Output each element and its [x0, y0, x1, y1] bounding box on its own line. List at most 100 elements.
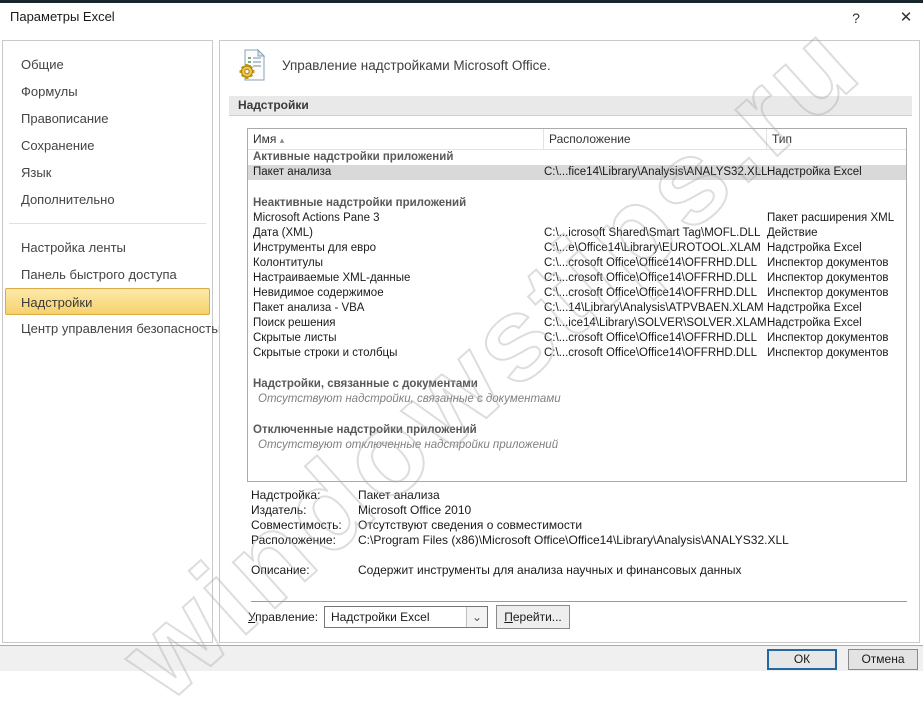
detail-value: Содержит инструменты для анализа научных… — [358, 563, 742, 578]
close-icon[interactable]: ✕ — [891, 3, 921, 33]
addins-gear-document-icon — [236, 48, 270, 82]
sidebar-item[interactable]: Надстройки — [5, 288, 210, 315]
addin-cell-type: Надстройка Excel — [767, 241, 906, 256]
detail-label: Издатель: — [251, 503, 358, 518]
sidebar-item[interactable]: Язык — [3, 159, 212, 186]
spacer-row — [248, 180, 906, 196]
page-title: Управление надстройками Microsoft Office… — [282, 58, 551, 73]
addin-cell-loc: C:\...crosoft Office\Office14\OFFRHD.DLL — [544, 256, 767, 271]
window-top-edge — [0, 0, 923, 3]
manage-dropdown[interactable]: Надстройки Excel ⌄ — [324, 606, 488, 628]
sidebar-item[interactable]: Сохранение — [3, 132, 212, 159]
detail-value: Пакет анализа — [358, 488, 440, 503]
detail-label: Совместимость: — [251, 518, 358, 533]
section-header-addins: Надстройки — [229, 96, 912, 116]
dialog-footer: ОК Отмена — [0, 645, 923, 671]
sidebar-item[interactable]: Панель быстрого доступа — [3, 261, 212, 288]
addin-row[interactable]: Скрытые листыC:\...crosoft Office\Office… — [248, 331, 906, 346]
detail-row: Описание:Содержит инструменты для анализ… — [251, 563, 789, 578]
addin-cell-name: Microsoft Actions Pane 3 — [248, 211, 544, 226]
window-title: Параметры Excel — [10, 9, 115, 24]
sidebar-item[interactable]: Формулы — [3, 78, 212, 105]
column-header-location[interactable]: Расположение — [544, 129, 767, 149]
addin-row[interactable]: Microsoft Actions Pane 3 Пакет расширения… — [248, 211, 906, 226]
sidebar-item[interactable]: Общие — [3, 51, 212, 78]
addin-row[interactable]: Дата (XML)C:\...icrosoft Shared\Smart Ta… — [248, 226, 906, 241]
addin-cell-loc: C:\...ice14\Library\SOLVER\SOLVER.XLAM — [544, 316, 767, 331]
addin-cell-type: Инспектор документов — [767, 346, 906, 361]
addin-row[interactable]: Пакет анализа - VBAC:\...14\Library\Anal… — [248, 301, 906, 316]
addin-cell-loc: C:\...14\Library\Analysis\ATPVBAEN.XLAM — [544, 301, 767, 316]
addin-cell-type: Надстройка Excel — [767, 316, 906, 331]
manage-label-text: Управление: — [248, 610, 318, 624]
addin-cell-loc: C:\...fice14\Library\Analysis\ANALYS32.X… — [544, 165, 767, 180]
go-button[interactable]: Перейти... — [496, 605, 570, 629]
addin-cell-type: Инспектор документов — [767, 286, 906, 301]
addin-group-header: Отключенные надстройки приложений — [248, 423, 906, 438]
detail-row: Расположение:C:\Program Files (x86)\Micr… — [251, 533, 789, 548]
addin-cell-loc: C:\...e\Office14\Library\EUROTOOL.XLAM — [544, 241, 767, 256]
addin-details: Надстройка:Пакет анализаИздатель:Microso… — [251, 488, 789, 578]
addin-row[interactable]: Скрытые строки и столбцыC:\...crosoft Of… — [248, 346, 906, 361]
manage-dropdown-value: Надстройки Excel — [325, 610, 466, 624]
table-body: Активные надстройки приложенийПакет анал… — [248, 150, 906, 453]
addin-cell-type: Надстройка Excel — [767, 165, 906, 180]
addin-cell-type: Надстройка Excel — [767, 301, 906, 316]
column-header-location-label: Расположение — [549, 132, 631, 146]
cancel-button[interactable]: Отмена — [848, 649, 918, 670]
detail-row: Надстройка:Пакет анализа — [251, 488, 789, 503]
addin-row[interactable]: Инструменты для евроC:\...e\Office14\Lib… — [248, 241, 906, 256]
addin-cell-name: Колонтитулы — [248, 256, 544, 271]
addin-row[interactable]: Пакет анализаC:\...fice14\Library\Analys… — [248, 165, 906, 180]
addin-cell-name: Скрытые листы — [248, 331, 544, 346]
addin-row[interactable]: Настраиваемые XML-данныеC:\...crosoft Of… — [248, 271, 906, 286]
addin-cell-loc — [544, 211, 767, 226]
table-header-row: Имя ▴ Расположение Тип — [248, 129, 906, 150]
addin-cell-name: Дата (XML) — [248, 226, 544, 241]
detail-label: Расположение: — [251, 533, 358, 548]
detail-row: Издатель:Microsoft Office 2010 — [251, 503, 789, 518]
addin-cell-loc: C:\...crosoft Office\Office14\OFFRHD.DLL — [544, 331, 767, 346]
addin-cell-name: Пакет анализа - VBA — [248, 301, 544, 316]
sidebar-item[interactable]: Центр управления безопасностью — [3, 315, 212, 342]
sidebar-separator — [9, 223, 206, 224]
addin-cell-name: Инструменты для евро — [248, 241, 544, 256]
sidebar-item[interactable]: Правописание — [3, 105, 212, 132]
addin-group-header: Неактивные надстройки приложений — [248, 196, 906, 211]
detail-value: Microsoft Office 2010 — [358, 503, 471, 518]
column-header-type[interactable]: Тип — [767, 129, 906, 149]
addin-cell-name: Настраиваемые XML-данные — [248, 271, 544, 286]
addins-table: Имя ▴ Расположение Тип Активные надстрой… — [247, 128, 907, 482]
column-header-name-label: Имя — [253, 132, 276, 146]
sidebar-item[interactable]: Дополнительно — [3, 186, 212, 213]
spacer-row — [248, 407, 906, 423]
addin-cell-loc: C:\...icrosoft Shared\Smart Tag\MOFL.DLL — [544, 226, 767, 241]
addin-cell-type: Пакет расширения XML — [767, 211, 906, 226]
addin-cell-type: Действие — [767, 226, 906, 241]
chevron-down-icon: ⌄ — [466, 607, 487, 627]
detail-label: Надстройка: — [251, 488, 358, 503]
addin-cell-name: Поиск решения — [248, 316, 544, 331]
addin-cell-loc: C:\...crosoft Office\Office14\OFFRHD.DLL — [544, 346, 767, 361]
go-button-label: Перейти... — [504, 606, 562, 628]
manage-label: Управление: — [248, 610, 318, 624]
addin-cell-name: Пакет анализа — [248, 165, 544, 180]
addin-row[interactable]: Поиск решенияC:\...ice14\Library\SOLVER\… — [248, 316, 906, 331]
addin-row[interactable]: Невидимое содержимоеC:\...crosoft Office… — [248, 286, 906, 301]
help-icon[interactable]: ? — [843, 5, 869, 31]
addins-page: Управление надстройками Microsoft Office… — [219, 40, 920, 643]
addin-row[interactable]: КолонтитулыC:\...crosoft Office\Office14… — [248, 256, 906, 271]
addin-cell-type: Инспектор документов — [767, 256, 906, 271]
addin-cell-type: Инспектор документов — [767, 271, 906, 286]
column-header-name[interactable]: Имя ▴ — [248, 129, 544, 149]
detail-value: C:\Program Files (x86)\Microsoft Office\… — [358, 533, 789, 548]
sort-ascending-icon: ▴ — [280, 135, 285, 145]
addin-placeholder: Отсутствуют надстройки, связанные с доку… — [248, 392, 906, 407]
addin-group-header: Активные надстройки приложений — [248, 150, 906, 165]
addin-placeholder: Отсутствуют отключенные надстройки прило… — [248, 438, 906, 453]
addin-cell-loc: C:\...crosoft Office\Office14\OFFRHD.DLL — [544, 271, 767, 286]
addin-cell-loc: C:\...crosoft Office\Office14\OFFRHD.DLL — [544, 286, 767, 301]
page-header: Управление надстройками Microsoft Office… — [236, 48, 551, 82]
sidebar-item[interactable]: Настройка ленты — [3, 234, 212, 261]
ok-button[interactable]: ОК — [767, 649, 837, 670]
